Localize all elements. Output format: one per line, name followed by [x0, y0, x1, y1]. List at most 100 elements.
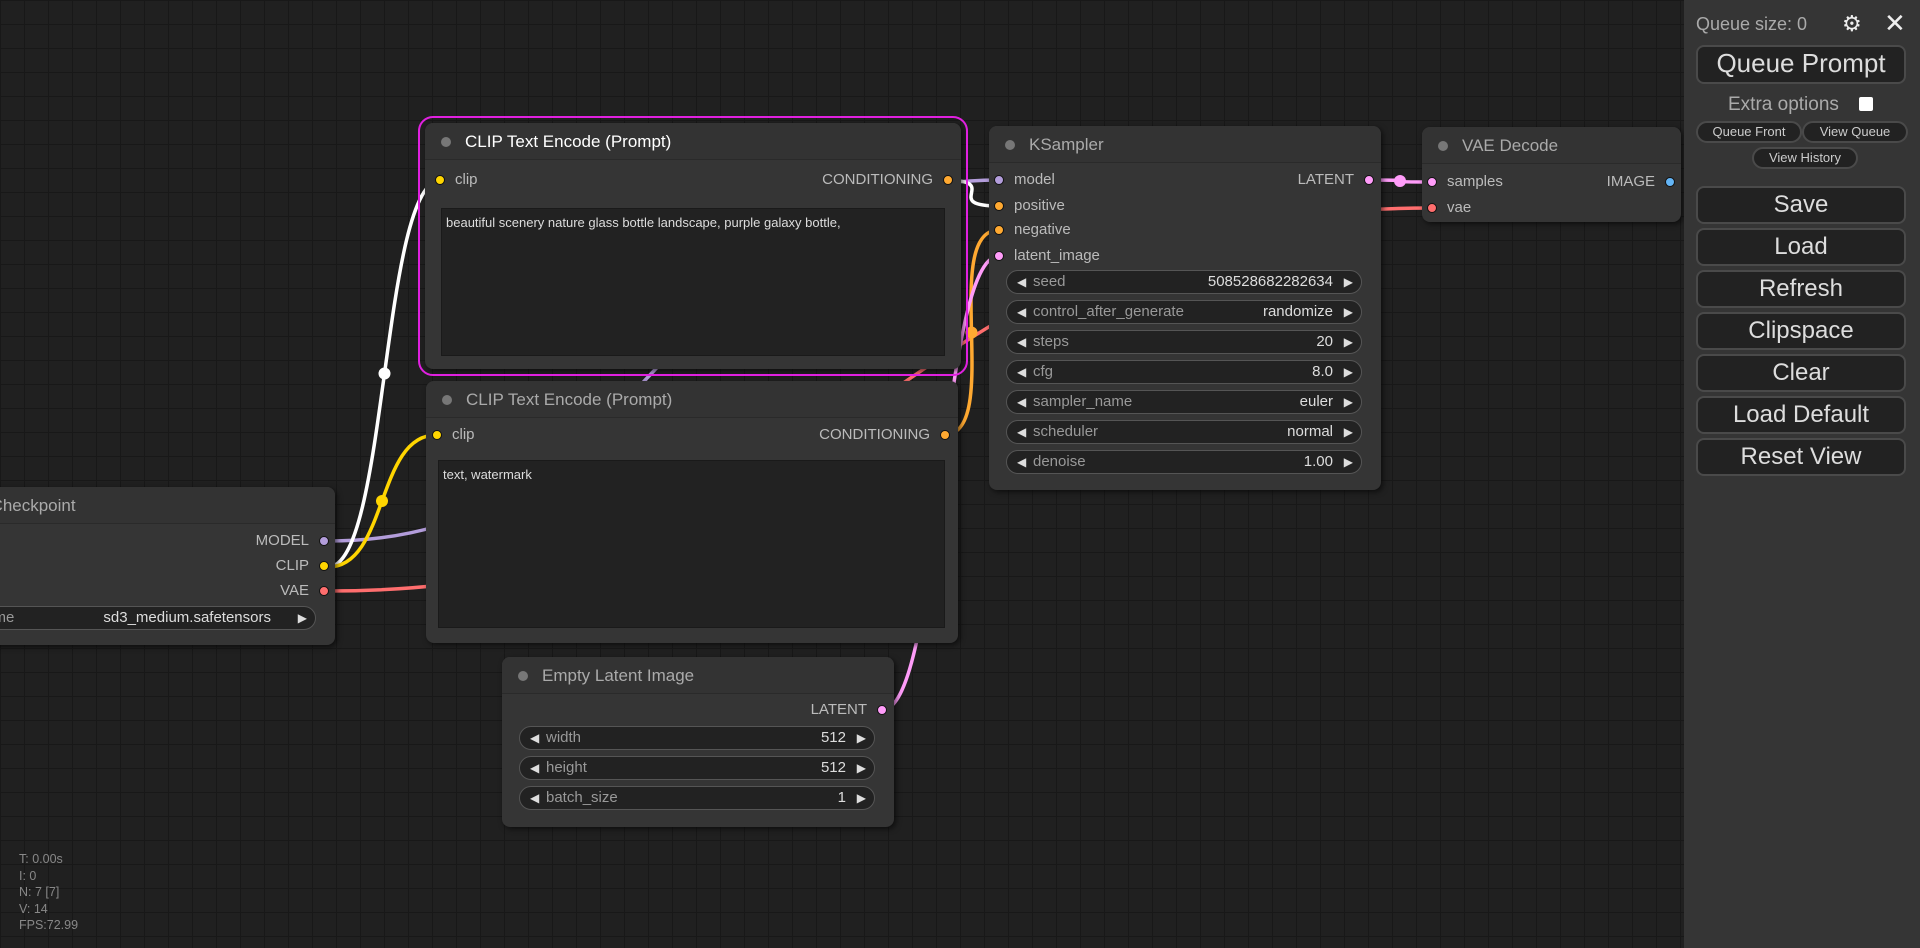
widget-steps[interactable]: ◀ steps 20 ▶ — [1006, 330, 1362, 354]
widget-seed[interactable]: ◀ seed 508528682282634 ▶ — [1006, 270, 1362, 294]
arrow-left-icon[interactable]: ◀ — [1017, 361, 1026, 383]
arrow-right-icon[interactable]: ▶ — [1344, 391, 1353, 413]
slot-dot[interactable] — [1427, 203, 1437, 213]
slot-dot[interactable] — [994, 201, 1004, 211]
reset-view-button[interactable]: Reset View — [1696, 438, 1906, 476]
slot-dot[interactable] — [319, 586, 329, 596]
widget-cfg[interactable]: ◀ cfg 8.0 ▶ — [1006, 360, 1362, 384]
input-clip[interactable]: clip — [435, 170, 478, 190]
load-default-button[interactable]: Load Default — [1696, 396, 1906, 434]
widget-sampler-name[interactable]: ◀ sampler_name euler ▶ — [1006, 390, 1362, 414]
node-title[interactable]: Load Checkpoint — [0, 487, 335, 524]
slot-dot[interactable] — [994, 175, 1004, 185]
widget-denoise[interactable]: ◀ denoise 1.00 ▶ — [1006, 450, 1362, 474]
refresh-button[interactable]: Refresh — [1696, 270, 1906, 308]
vae-decode-node[interactable]: VAE Decode samples vae IMAGE — [1422, 127, 1681, 222]
output-clip[interactable]: CLIP — [276, 556, 329, 576]
slot-dot[interactable] — [994, 251, 1004, 261]
widget-height[interactable]: ◀ height 512 ▶ — [519, 756, 875, 780]
output-image[interactable]: IMAGE — [1607, 172, 1675, 192]
extra-options-checkbox[interactable] — [1859, 97, 1873, 111]
arrow-left-icon[interactable]: ◀ — [530, 727, 539, 749]
collapse-dot[interactable] — [518, 671, 528, 681]
arrow-left-icon[interactable]: ◀ — [530, 787, 539, 809]
arrow-right-icon[interactable]: ▶ — [1344, 421, 1353, 443]
widget-width[interactable]: ◀ width 512 ▶ — [519, 726, 875, 750]
input-latent-image[interactable]: latent_image — [994, 246, 1100, 266]
link-center-handle[interactable] — [1394, 175, 1406, 187]
clipspace-button[interactable]: Clipspace — [1696, 312, 1906, 350]
input-positive[interactable]: positive — [994, 196, 1065, 216]
node-title[interactable]: CLIP Text Encode (Prompt) — [426, 381, 958, 418]
arrow-left-icon[interactable]: ◀ — [530, 757, 539, 779]
output-latent[interactable]: LATENT — [811, 700, 887, 720]
input-vae[interactable]: vae — [1427, 198, 1471, 218]
arrow-right-icon[interactable]: ▶ — [1344, 271, 1353, 293]
collapse-dot[interactable] — [1438, 141, 1448, 151]
prompt-textarea[interactable]: beautiful scenery nature glass bottle la… — [441, 208, 945, 356]
close-icon[interactable]: ✕ — [1884, 8, 1906, 39]
arrow-right-icon[interactable]: ▶ — [1344, 361, 1353, 383]
arrow-right-icon[interactable]: ▶ — [1344, 331, 1353, 353]
arrow-left-icon[interactable]: ◀ — [1017, 391, 1026, 413]
node-title[interactable]: VAE Decode — [1422, 127, 1681, 164]
slot-dot[interactable] — [319, 536, 329, 546]
ksampler-node[interactable]: KSampler model positive negative latent_… — [989, 126, 1381, 490]
output-model[interactable]: MODEL — [256, 531, 329, 551]
arrow-left-icon[interactable]: ◀ — [1017, 271, 1026, 293]
clip-text-encode-negative-node[interactable]: CLIP Text Encode (Prompt) clip CONDITION… — [426, 381, 958, 643]
slot-dot[interactable] — [432, 430, 442, 440]
link-center-handle[interactable] — [965, 326, 978, 339]
collapse-dot[interactable] — [442, 395, 452, 405]
link-center-handle[interactable] — [378, 367, 391, 380]
output-vae[interactable]: VAE — [280, 581, 329, 601]
slot-dot[interactable] — [1427, 177, 1437, 187]
slot-dot[interactable] — [940, 430, 950, 440]
input-model[interactable]: model — [994, 170, 1055, 190]
empty-latent-image-node[interactable]: Empty Latent Image LATENT ◀ width 512 ▶ ◀ hei… — [502, 657, 894, 827]
output-latent[interactable]: LATENT — [1298, 170, 1374, 190]
collapse-dot[interactable] — [1005, 140, 1015, 150]
queue-front-button[interactable]: Queue Front — [1696, 121, 1802, 143]
arrow-left-icon[interactable]: ◀ — [1017, 451, 1026, 473]
node-title[interactable]: KSampler — [989, 126, 1381, 163]
slot-dot[interactable] — [994, 225, 1004, 235]
prompt-textarea[interactable]: text, watermark — [438, 460, 945, 628]
view-history-button[interactable]: View History — [1752, 147, 1858, 169]
collapse-dot[interactable] — [441, 137, 451, 147]
arrow-left-icon[interactable]: ◀ — [1017, 421, 1026, 443]
gear-icon[interactable]: ⚙ — [1842, 11, 1862, 37]
arrow-right-icon[interactable]: ▶ — [298, 607, 307, 629]
input-clip[interactable]: clip — [432, 425, 475, 445]
output-conditioning[interactable]: CONDITIONING — [822, 170, 953, 190]
slot-dot[interactable] — [435, 175, 445, 185]
slot-dot[interactable] — [943, 175, 953, 185]
slot-dot[interactable] — [1665, 177, 1675, 187]
node-title[interactable]: Empty Latent Image — [502, 657, 894, 694]
output-conditioning[interactable]: CONDITIONING — [819, 425, 950, 445]
clear-button[interactable]: Clear — [1696, 354, 1906, 392]
ckpt-name-widget[interactable]: ckpt_namesd3_medium.safetensors▶ — [0, 606, 316, 630]
arrow-left-icon[interactable]: ◀ — [1017, 331, 1026, 353]
widget-scheduler[interactable]: ◀ scheduler normal ▶ — [1006, 420, 1362, 444]
slot-dot[interactable] — [319, 561, 329, 571]
load-checkpoint-node[interactable]: Load Checkpoint MODEL CLIP VAE ckpt_name… — [0, 487, 335, 645]
clip-text-encode-positive-node[interactable]: CLIP Text Encode (Prompt) clip CONDITION… — [418, 116, 968, 376]
arrow-right-icon[interactable]: ▶ — [857, 757, 866, 779]
widget-batch-size[interactable]: ◀ batch_size 1 ▶ — [519, 786, 875, 810]
arrow-right-icon[interactable]: ▶ — [1344, 451, 1353, 473]
slot-dot[interactable] — [1364, 175, 1374, 185]
arrow-right-icon[interactable]: ▶ — [857, 727, 866, 749]
arrow-right-icon[interactable]: ▶ — [1344, 301, 1353, 323]
queue-prompt-button[interactable]: Queue Prompt — [1696, 45, 1906, 84]
node-title[interactable]: CLIP Text Encode (Prompt) — [425, 123, 961, 160]
link-center-handle[interactable] — [376, 495, 388, 507]
save-button[interactable]: Save — [1696, 186, 1906, 224]
slot-dot[interactable] — [877, 705, 887, 715]
load-button[interactable]: Load — [1696, 228, 1906, 266]
arrow-left-icon[interactable]: ◀ — [1017, 301, 1026, 323]
view-queue-button[interactable]: View Queue — [1802, 121, 1908, 143]
input-samples[interactable]: samples — [1427, 172, 1503, 192]
arrow-right-icon[interactable]: ▶ — [857, 787, 866, 809]
input-negative[interactable]: negative — [994, 220, 1071, 240]
